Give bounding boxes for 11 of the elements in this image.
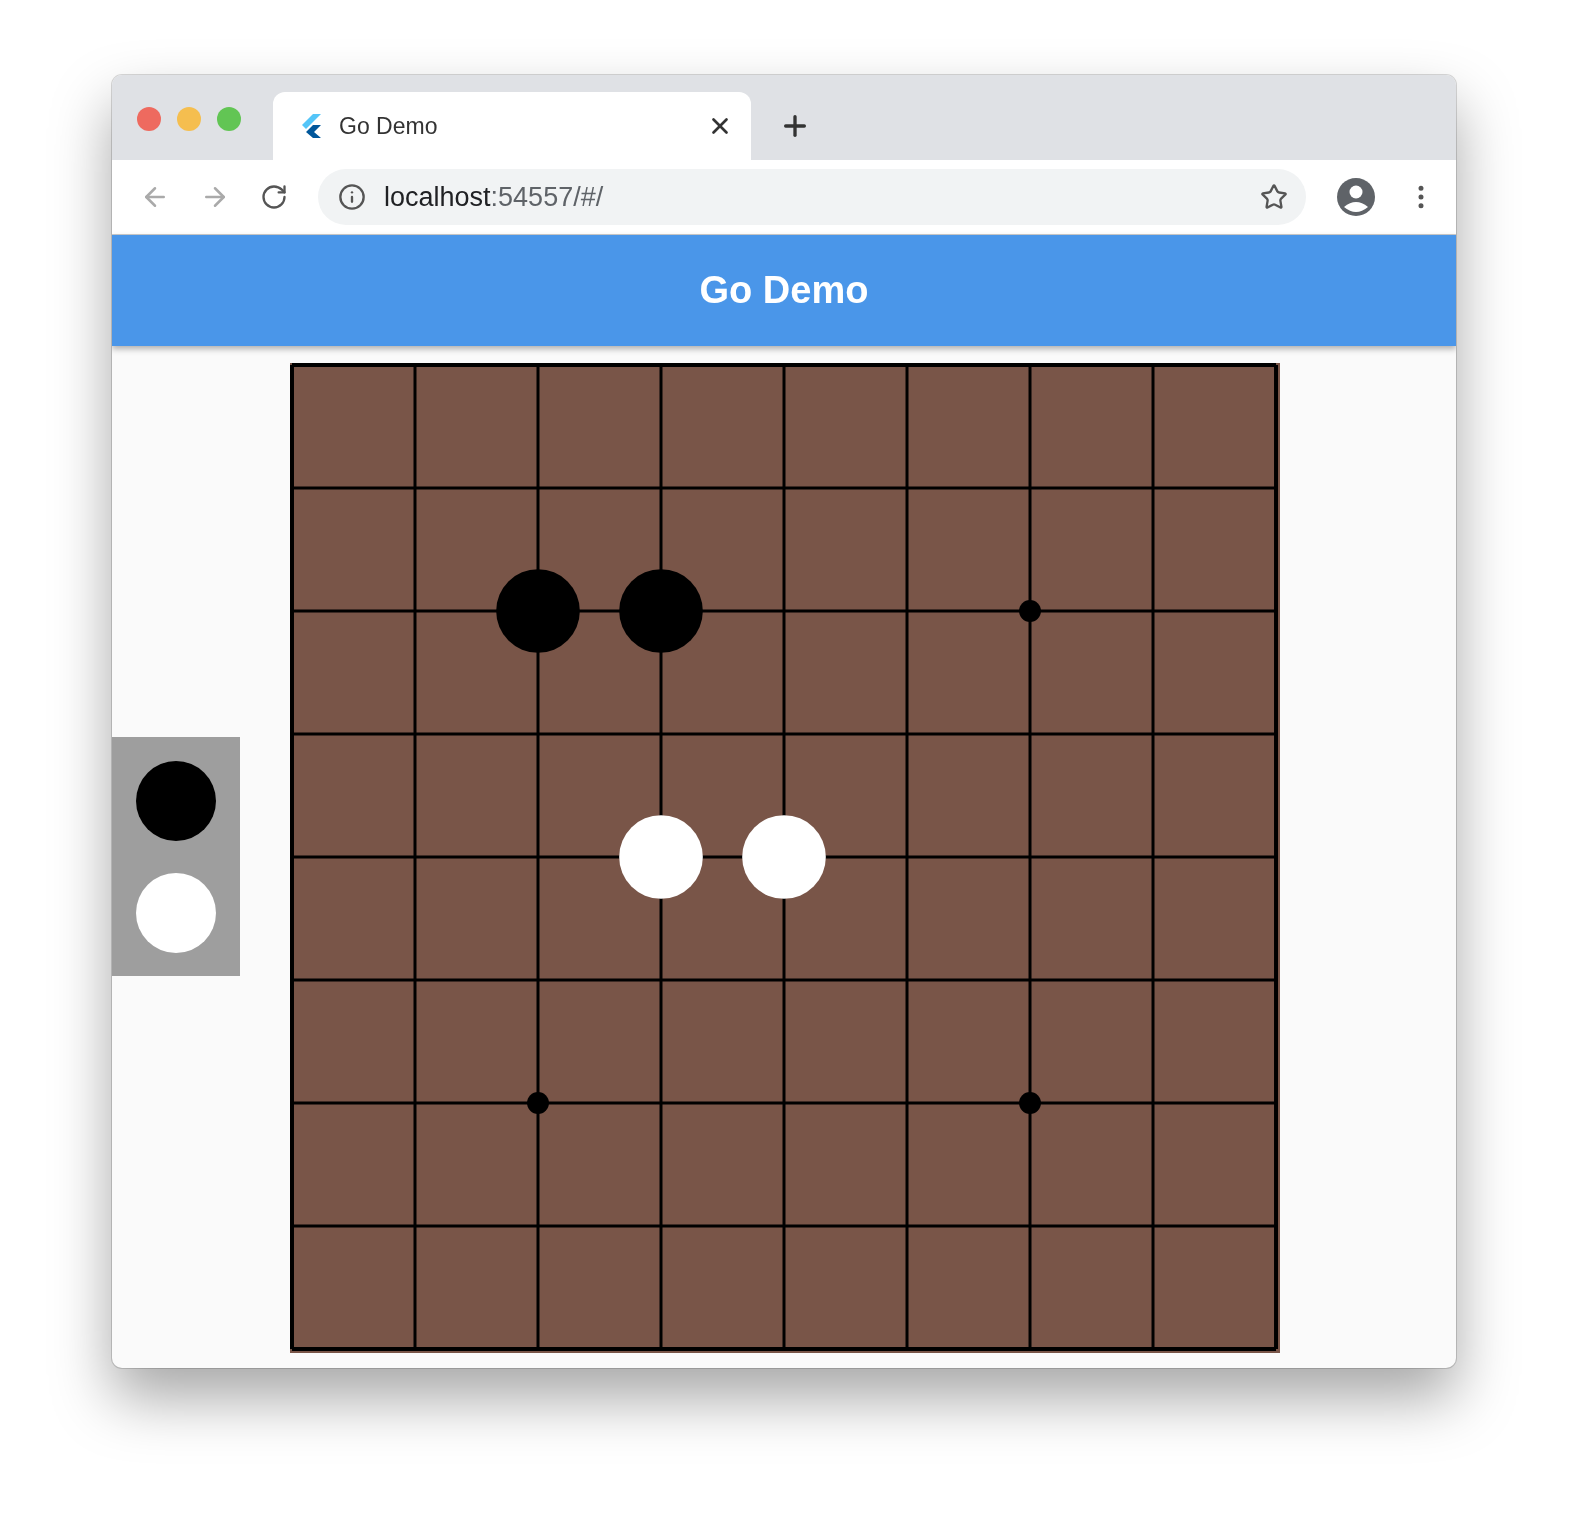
bookmark-star-icon[interactable] bbox=[1260, 183, 1288, 211]
app-title: Go Demo bbox=[699, 269, 869, 312]
info-icon bbox=[338, 183, 366, 211]
profile-icon[interactable] bbox=[1336, 177, 1376, 217]
tab-title: Go Demo bbox=[339, 112, 439, 140]
address-bar[interactable]: localhost:54557/#/ bbox=[318, 169, 1306, 225]
browser-tab[interactable]: Go Demo bbox=[273, 92, 751, 160]
reload-icon[interactable] bbox=[260, 183, 288, 211]
flutter-logo-icon bbox=[301, 114, 321, 138]
url-text: localhost:54557/#/ bbox=[384, 181, 605, 213]
go-board[interactable] bbox=[290, 363, 1280, 1353]
